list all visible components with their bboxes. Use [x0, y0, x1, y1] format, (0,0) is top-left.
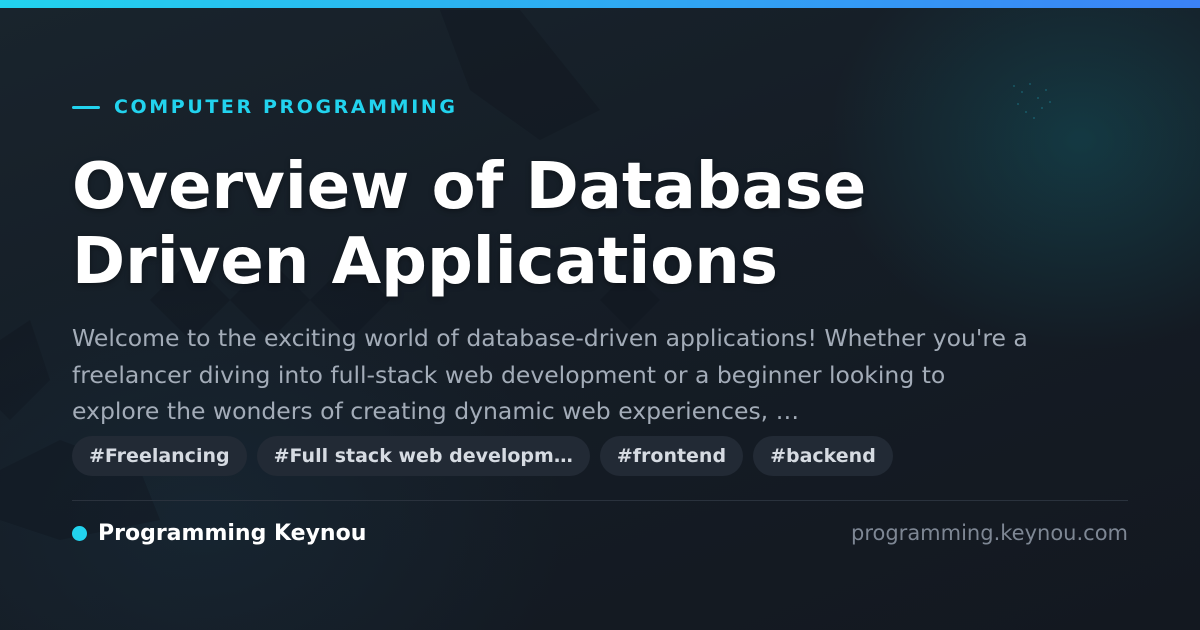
footer-divider	[72, 500, 1128, 501]
site-url: programming.keynou.com	[851, 521, 1128, 545]
eyebrow-line	[72, 105, 100, 109]
tag-backend[interactable]: #backend	[753, 436, 893, 476]
status-dot-icon	[72, 525, 87, 541]
category-eyebrow: COMPUTER PROGRAMMING	[72, 95, 458, 119]
social-card: COMPUTER PROGRAMMING Overview of Databas…	[0, 0, 1200, 630]
category-label: COMPUTER PROGRAMMING	[114, 96, 458, 118]
author-name: Programming Keynou	[98, 520, 367, 546]
description: Welcome to the exciting world of databas…	[72, 324, 1028, 425]
page-title: Overview of Database Driven Applications	[72, 150, 1128, 300]
title-line-2: Driven Applications	[72, 225, 778, 299]
title-line-1: Overview of Database	[72, 150, 867, 224]
author-badge: Programming Keynou	[72, 519, 366, 547]
tag-full-stack[interactable]: #Full stack web developm…	[256, 436, 590, 476]
tag-list: #Freelancing #Full stack web developm… #…	[72, 436, 893, 476]
tag-frontend[interactable]: #frontend	[599, 436, 744, 476]
card-content: COMPUTER PROGRAMMING Overview of Databas…	[72, 0, 1128, 630]
tag-freelancing[interactable]: #Freelancing	[72, 436, 247, 476]
